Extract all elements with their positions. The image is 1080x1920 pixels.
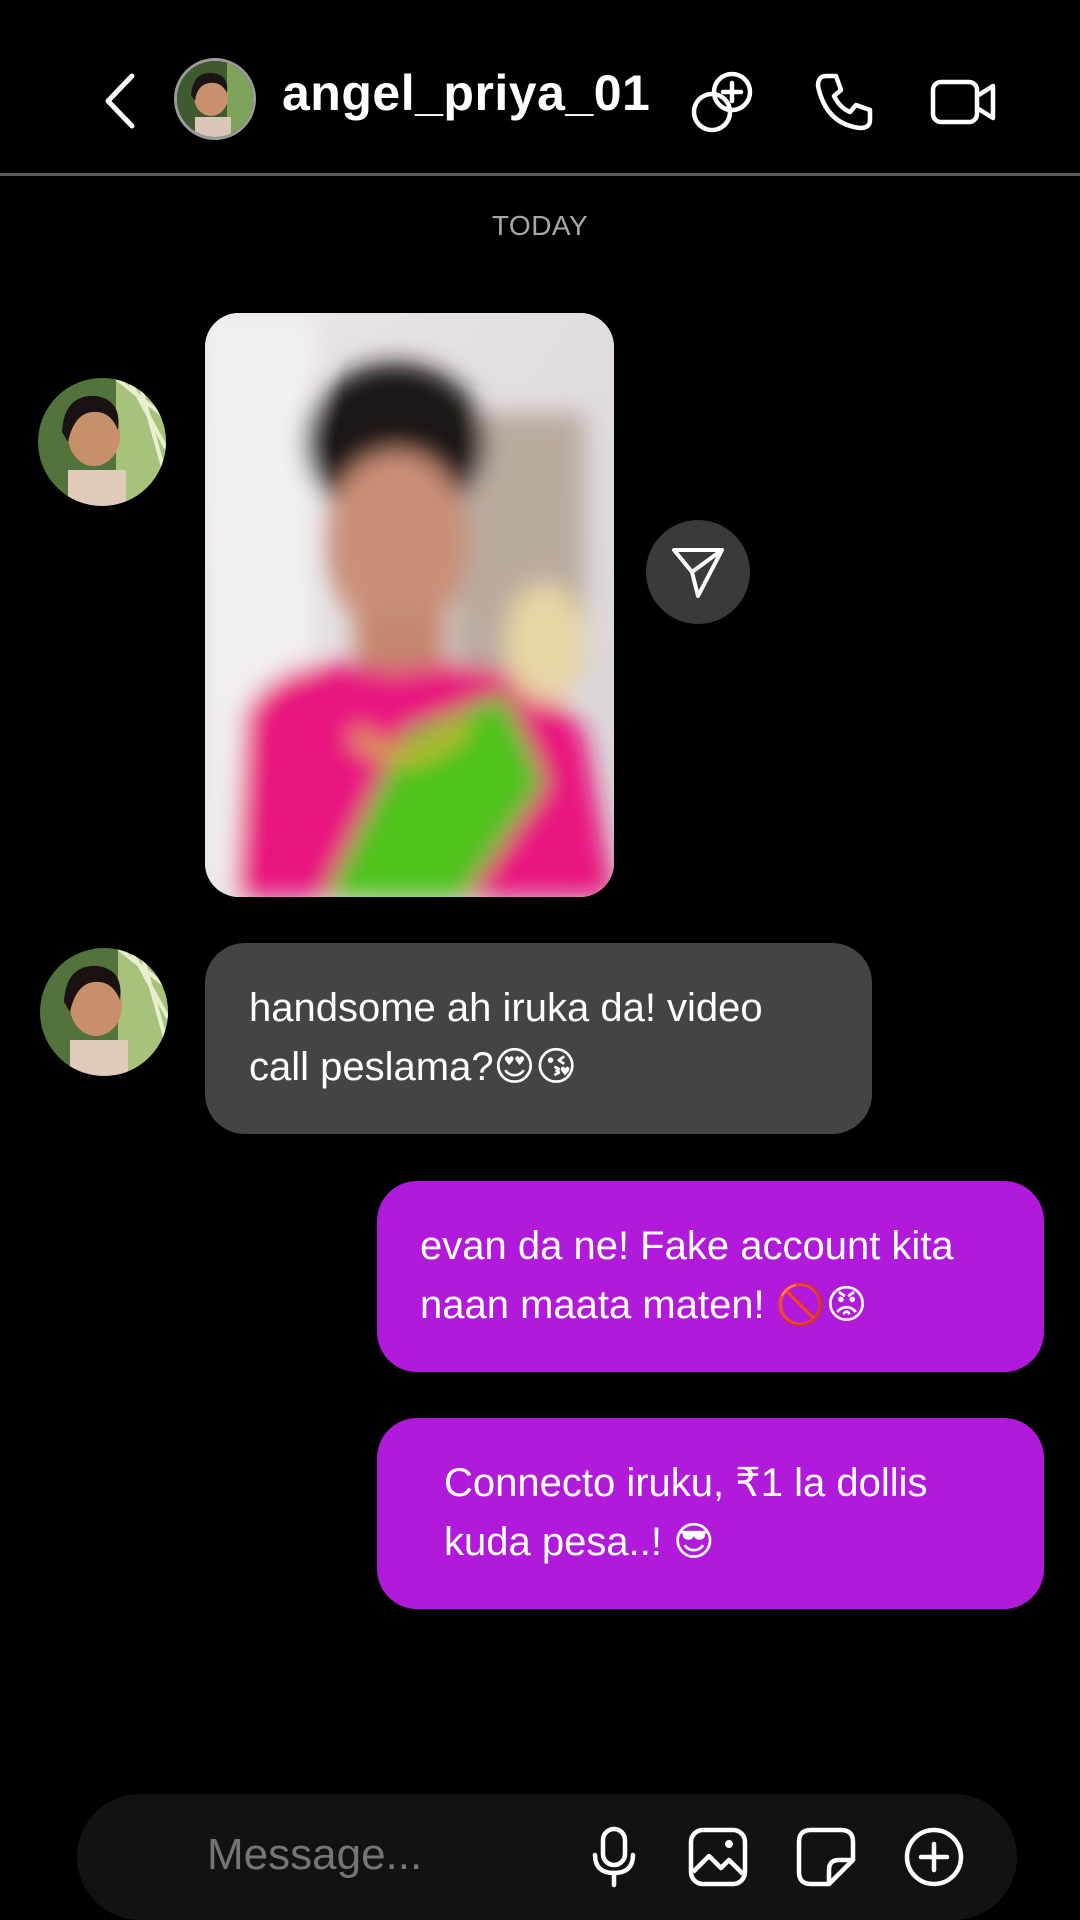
more-options-button[interactable] — [899, 1822, 969, 1892]
add-member-button[interactable] — [686, 66, 758, 138]
message-text-line: evan da ne! Fake account kita — [420, 1224, 954, 1268]
message-bubble-outgoing[interactable]: evan da ne! Fake account kita naan maata… — [377, 1181, 1044, 1372]
date-separator: TODAY — [491, 210, 589, 241]
message-text-line: naan maata maten! 🚫😡 — [420, 1283, 868, 1327]
voice-message-button[interactable] — [579, 1822, 649, 1892]
sender-avatar[interactable] — [40, 948, 168, 1076]
back-button[interactable] — [92, 66, 148, 136]
phone-icon — [815, 73, 873, 131]
microphone-icon — [592, 1826, 636, 1888]
avatar[interactable] — [174, 58, 256, 140]
message-bubble-outgoing[interactable]: Connecto iruku, ₹1 la dollis kuda pesa..… — [377, 1418, 1044, 1609]
chat-header: angel_priya_01 — [0, 0, 1080, 176]
gallery-icon — [688, 1827, 748, 1887]
chat-username[interactable]: angel_priya_01 — [282, 64, 650, 122]
message-input[interactable] — [207, 1830, 567, 1880]
photo-message[interactable] — [205, 313, 614, 897]
message-text-line: call peslama?😍😘 — [249, 1045, 577, 1089]
gallery-button[interactable] — [683, 1822, 753, 1892]
message-text-line: handsome ah iruka da! video — [249, 986, 763, 1030]
video-call-button[interactable] — [928, 66, 1000, 138]
video-camera-icon — [930, 79, 996, 125]
share-button[interactable] — [646, 520, 750, 624]
plus-icon — [904, 1827, 964, 1887]
message-text-line: Connecto iruku, ₹1 la dollis — [444, 1461, 928, 1505]
sticker-button[interactable] — [791, 1822, 861, 1892]
message-bubble-incoming[interactable]: handsome ah iruka da! video call peslama… — [205, 943, 872, 1134]
back-arrow-icon — [105, 73, 135, 129]
message-text-line: kuda pesa..! 😎 — [444, 1520, 715, 1564]
send-icon — [672, 548, 724, 598]
add-member-icon — [691, 71, 753, 133]
audio-call-button[interactable] — [808, 66, 880, 138]
message-composer — [77, 1794, 1017, 1920]
sticker-icon — [796, 1827, 856, 1887]
sender-avatar[interactable] — [38, 378, 166, 506]
